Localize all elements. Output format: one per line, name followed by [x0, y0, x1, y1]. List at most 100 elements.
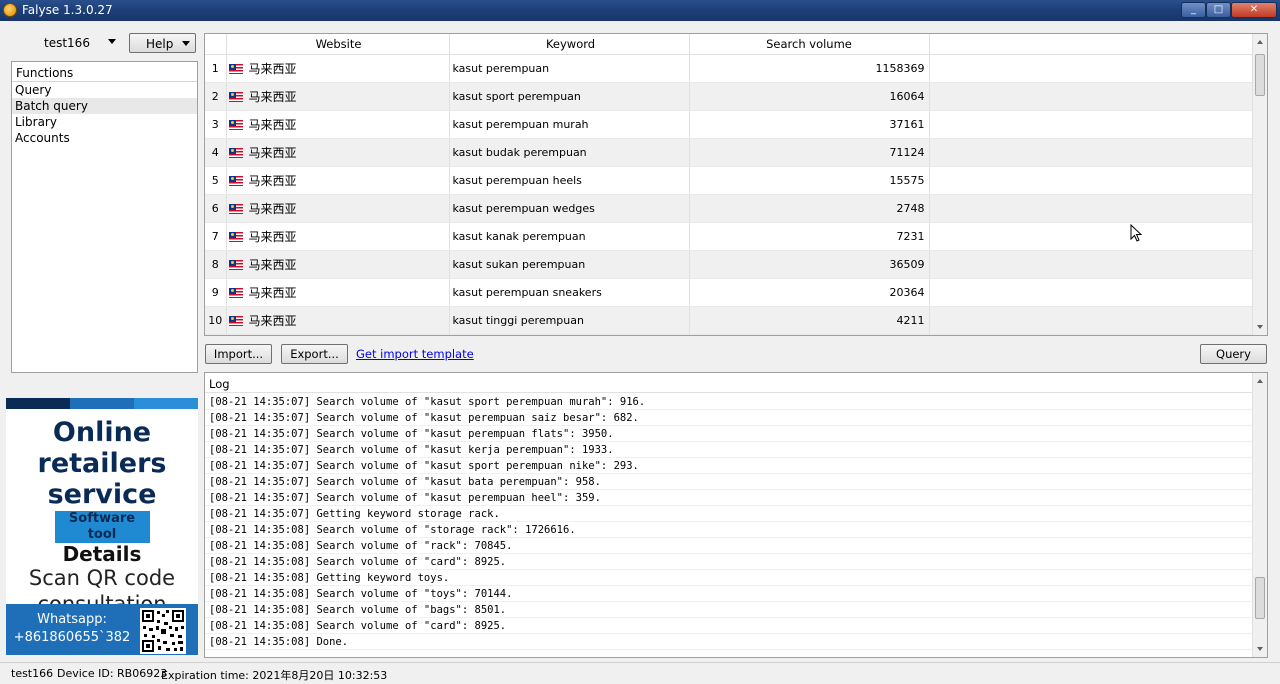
ad-banner[interactable]: Online retailers service Software tool D…	[6, 398, 198, 655]
row-search-volume: 1158369	[689, 54, 930, 83]
ad-line: service	[47, 479, 157, 510]
ad-details: Details	[62, 542, 142, 566]
table-row[interactable]: 10 马来西亚 kasut tinggi perempuan 4211	[205, 306, 1254, 335]
ad-tag: Software tool	[54, 511, 150, 543]
malaysia-flag-icon	[228, 259, 243, 270]
log-line: [08-21 14:35:07] Search volume of "kasut…	[205, 410, 1253, 426]
log-scrollbar[interactable]	[1252, 373, 1267, 657]
row-website: 马来西亚	[248, 257, 297, 272]
row-index: 9	[205, 278, 227, 307]
app-icon	[3, 3, 17, 17]
qr-code-icon	[140, 608, 186, 654]
row-search-volume: 71124	[689, 138, 930, 167]
import-button[interactable]: Import...	[205, 344, 272, 364]
table-row[interactable]: 9 马来西亚 kasut perempuan sneakers 20364	[205, 278, 1254, 307]
log-line: [08-21 14:35:07] Search volume of "kasut…	[205, 394, 1253, 410]
malaysia-flag-icon	[228, 119, 243, 130]
maximize-button[interactable]: □	[1206, 2, 1231, 18]
ad-scan-line: Scan QR code	[28, 566, 176, 590]
log-line: [08-21 14:35:08] Done.	[205, 634, 1253, 650]
column-header-search-volume[interactable]: Search volume	[689, 34, 930, 55]
malaysia-flag-icon	[228, 63, 243, 74]
row-keyword: kasut sukan perempuan	[449, 250, 690, 279]
table-row[interactable]: 5 马来西亚 kasut perempuan heels 15575	[205, 166, 1254, 195]
function-item-query[interactable]: Query	[12, 82, 197, 98]
scroll-up-icon[interactable]	[1257, 379, 1263, 383]
get-import-template-link[interactable]: Get import template	[356, 347, 474, 361]
table-row[interactable]: 2 马来西亚 kasut sport perempuan 16064	[205, 82, 1254, 111]
close-button[interactable]: ✕	[1231, 2, 1277, 18]
log-line: [08-21 14:35:08] Search volume of "rack"…	[205, 538, 1253, 554]
malaysia-flag-icon	[228, 175, 243, 186]
function-item-batch-query[interactable]: Batch query	[12, 98, 197, 114]
export-button[interactable]: Export...	[281, 344, 348, 364]
query-button[interactable]: Query	[1200, 344, 1267, 364]
status-expiration: Expiration time: 2021年8月20日 10:32:53	[161, 669, 388, 682]
row-search-volume: 20364	[689, 278, 930, 307]
column-header-website[interactable]: Website	[226, 34, 450, 55]
ad-line: retailers	[37, 448, 167, 479]
scroll-up-icon[interactable]	[1257, 40, 1263, 44]
malaysia-flag-icon	[228, 231, 243, 242]
table-scrollbar[interactable]	[1252, 34, 1267, 335]
row-keyword: kasut perempuan	[449, 54, 690, 83]
table-row[interactable]: 8 马来西亚 kasut sukan perempuan 36509	[205, 250, 1254, 279]
status-bar: test166 Device ID: RB06923 Expiration ti…	[0, 662, 1280, 684]
function-item-accounts[interactable]: Accounts	[12, 130, 197, 146]
row-index: 1	[205, 54, 227, 83]
log-scroll-thumb[interactable]	[1255, 577, 1265, 619]
log-line: [08-21 14:35:08] Search volume of "card"…	[205, 554, 1253, 570]
table-row[interactable]: 4 马来西亚 kasut budak perempuan 71124	[205, 138, 1254, 167]
title-bar: Falyse 1.3.0.27 _ □ ✕	[0, 0, 1280, 21]
user-select[interactable]: test166	[12, 33, 120, 53]
log-line: [08-21 14:35:08] Search volume of "bags"…	[205, 602, 1253, 618]
table-row[interactable]: 6 马来西亚 kasut perempuan wedges 2748	[205, 194, 1254, 223]
row-keyword: kasut sport perempuan	[449, 82, 690, 111]
log-header: Log	[205, 373, 1267, 393]
scroll-down-icon[interactable]	[1257, 325, 1263, 329]
row-keyword: kasut kanak perempuan	[449, 222, 690, 251]
table-scroll-thumb[interactable]	[1255, 54, 1265, 96]
row-website: 马来西亚	[248, 117, 297, 132]
malaysia-flag-icon	[228, 147, 243, 158]
functions-header: Functions	[12, 62, 197, 82]
user-select-value: test166	[44, 36, 90, 50]
log-line: [08-21 14:35:07] Search volume of "kasut…	[205, 490, 1253, 506]
row-index: 6	[205, 194, 227, 223]
log-line: [08-21 14:35:07] Search volume of "kasut…	[205, 426, 1253, 442]
status-device-id: Device ID: RB06923	[57, 667, 168, 680]
log-line: [08-21 14:35:07] Search volume of "kasut…	[205, 442, 1253, 458]
row-keyword: kasut perempuan murah	[449, 110, 690, 139]
ad-footer: Whatsapp: +861860655`382	[6, 604, 198, 655]
row-website: 马来西亚	[248, 229, 297, 244]
malaysia-flag-icon	[228, 203, 243, 214]
malaysia-flag-icon	[228, 91, 243, 102]
log-line: [08-21 14:35:08] Search volume of "card"…	[205, 618, 1253, 634]
results-table[interactable]: Website Keyword Search volume 1 马来西亚 kas…	[204, 33, 1268, 336]
log-line: [08-21 14:35:08] Search volume of "stora…	[205, 522, 1253, 538]
window-title: Falyse 1.3.0.27	[22, 3, 113, 17]
row-index: 2	[205, 82, 227, 111]
row-search-volume: 16064	[689, 82, 930, 111]
table-row[interactable]: 7 马来西亚 kasut kanak perempuan 7231	[205, 222, 1254, 251]
row-index: 10	[205, 306, 227, 335]
log-panel[interactable]: Log [08-21 14:35:07] Search volume of "k…	[204, 372, 1268, 658]
minimize-button[interactable]: _	[1181, 2, 1206, 18]
row-index: 5	[205, 166, 227, 195]
ad-stripe	[6, 398, 198, 409]
row-keyword: kasut tinggi perempuan	[449, 306, 690, 335]
log-line: [08-21 14:35:07] Getting keyword storage…	[205, 506, 1253, 522]
ad-whatsapp-number: +861860655`382	[13, 630, 131, 645]
column-header-keyword[interactable]: Keyword	[449, 34, 690, 55]
function-item-library[interactable]: Library	[12, 114, 197, 130]
chevron-down-icon	[108, 39, 116, 44]
table-row[interactable]: 1 马来西亚 kasut perempuan 1158369	[205, 54, 1254, 83]
malaysia-flag-icon	[228, 287, 243, 298]
scroll-down-icon[interactable]	[1257, 647, 1263, 651]
row-index: 3	[205, 110, 227, 139]
row-website: 马来西亚	[248, 173, 297, 188]
status-user: test166	[11, 667, 54, 680]
row-search-volume: 7231	[689, 222, 930, 251]
help-button[interactable]: Help	[129, 33, 196, 53]
table-row[interactable]: 3 马来西亚 kasut perempuan murah 37161	[205, 110, 1254, 139]
